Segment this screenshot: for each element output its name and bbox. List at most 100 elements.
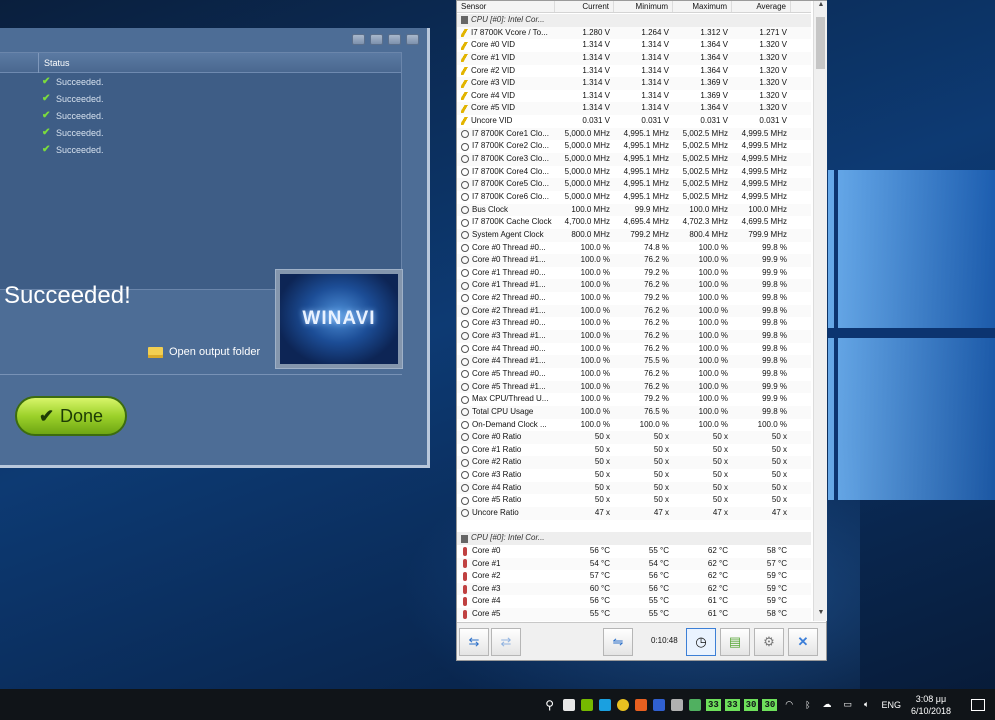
settings-gear-icon[interactable]: ⚙ xyxy=(754,628,784,656)
sensor-row[interactable]: Core #1 Ratio 50 x 50 x 50 x 50 x xyxy=(457,444,811,457)
network-tray-icon[interactable]: ☁ xyxy=(823,699,832,710)
scroll-down-icon[interactable]: ▼ xyxy=(814,609,828,621)
column-current[interactable]: Current xyxy=(555,1,614,12)
sensor-row[interactable]: Core #0 Ratio 50 x 50 x 50 x 50 x xyxy=(457,431,811,444)
language-indicator[interactable]: ENG xyxy=(881,700,901,710)
tray-app-icon-4[interactable] xyxy=(617,698,629,711)
sensor-row[interactable]: I7 8700K Core4 Clo... 5,000.0 MHz 4,995.1 … xyxy=(457,166,811,179)
sensor-row[interactable]: Core #1 Thread #0... 100.0 % 79.2 % 100.0 %… xyxy=(457,267,811,280)
open-output-folder-link[interactable]: Open output folder xyxy=(148,346,260,358)
log-file-icon[interactable]: ▤ xyxy=(720,628,750,656)
sensor-row[interactable]: Core #0 Thread #1... 100.0 % 76.2 % 100.0 %… xyxy=(457,254,811,267)
sensor-row[interactable]: I7 8700K Core6 Clo... 5,000.0 MHz 4,995.1 … xyxy=(457,191,811,204)
sensor-row[interactable]: Core #2 Ratio 50 x 50 x 50 x 50 x xyxy=(457,456,811,470)
sensor-row[interactable]: On-Demand Clock ... 100.0 % 100.0 % 100.0 %… xyxy=(457,419,811,432)
status-row[interactable]: ✔ Succeeded. xyxy=(42,90,104,107)
scroll-up-icon[interactable]: ▲ xyxy=(814,1,828,13)
sensor-row[interactable]: Core #5 Ratio 50 x 50 x 50 x 50 x xyxy=(457,494,811,507)
sensor-row[interactable] xyxy=(457,519,811,533)
sensor-row[interactable]: Bus Clock 100.0 MHz 99.9 MHz 100.0 MHz 100.0… xyxy=(457,203,811,217)
sensor-group-row[interactable]: CPU [#0]: Intel Cor... xyxy=(457,532,811,545)
tray-app-icon-6[interactable] xyxy=(653,698,665,711)
tray-app-icon-1[interactable] xyxy=(563,698,575,711)
tray-app-icon-5[interactable] xyxy=(635,698,647,711)
sensor-row[interactable]: Core #5 55 °C 55 °C 61 °C 58 °C xyxy=(457,608,811,621)
sensor-row[interactable]: Core #4 Ratio 50 x 50 x 50 x 50 x xyxy=(457,481,811,495)
column-maximum[interactable]: Maximum xyxy=(673,1,732,12)
sensor-row[interactable]: I7 8700K Core5 Clo... 5,000.0 MHz 4,995.1 … xyxy=(457,178,811,191)
sensor-row[interactable]: I7 8700K Core3 Clo... 5,000.0 MHz 4,995.1 … xyxy=(457,153,811,166)
status-column-header[interactable]: Status xyxy=(44,53,70,73)
sensor-row[interactable]: Core #1 Thread #1... 100.0 % 76.2 % 100.0 %… xyxy=(457,279,811,293)
sensor-row[interactable]: Core #5 Thread #1... 100.0 % 76.2 % 100.0 %… xyxy=(457,380,811,394)
sensor-row[interactable]: Core #3 Thread #0... 100.0 % 76.2 % 100.0 %… xyxy=(457,317,811,330)
sensor-row[interactable]: Core #5 VID 1.314 V 1.314 V 1.364 V 1.320 V xyxy=(457,102,811,116)
sensor-row[interactable]: Core #5 Thread #0... 100.0 % 76.2 % 100.0 %… xyxy=(457,368,811,381)
scrollbar-thumb[interactable] xyxy=(816,17,825,69)
sensor-row[interactable]: Core #1 VID 1.314 V 1.314 V 1.364 V 1.320 V xyxy=(457,51,811,65)
volume-icon[interactable]: 🔈︎ xyxy=(864,699,869,710)
sensor-row[interactable]: Core #4 56 °C 55 °C 61 °C 59 °C xyxy=(457,595,811,608)
sensor-row[interactable]: Core #2 Thread #1... 100.0 % 76.2 % 100.0 %… xyxy=(457,304,811,318)
sensor-row[interactable]: Core #1 54 °C 54 °C 62 °C 57 °C xyxy=(457,557,811,571)
expand-arrows-icon[interactable]: ⇆ xyxy=(459,628,489,656)
sensor-row[interactable]: Uncore VID 0.031 V 0.031 V 0.031 V 0.031 V xyxy=(457,115,811,128)
bluetooth-icon[interactable]: ᛒ xyxy=(805,700,810,710)
column-sensor[interactable]: Sensor xyxy=(457,1,555,12)
battery-icon[interactable]: ▭ xyxy=(844,699,853,710)
network-icon[interactable]: ⇋ xyxy=(603,628,633,656)
sensor-row[interactable]: Core #3 VID 1.314 V 1.314 V 1.369 V 1.320 V xyxy=(457,77,811,90)
sensor-row[interactable]: I7 8700K Vcore / To... 1.280 V 1.264 V 1.31… xyxy=(457,26,811,40)
minimize-icon[interactable] xyxy=(388,34,401,45)
sensor-row[interactable]: Core #2 VID 1.314 V 1.314 V 1.364 V 1.320 V xyxy=(457,65,811,78)
tray-temp-2[interactable]: 33 xyxy=(724,698,740,711)
sensor-min-cell: 50 x xyxy=(653,432,669,442)
status-row[interactable]: ✔ Succeeded. xyxy=(42,107,104,124)
people-icon[interactable]: ⚲ xyxy=(545,698,554,712)
sensor-group-row[interactable]: CPU [#0]: Intel Cor... xyxy=(457,14,811,27)
tray-app-icon-3[interactable] xyxy=(599,698,611,711)
tray-app-icon-8[interactable] xyxy=(689,698,701,711)
sensor-row[interactable]: Core #3 Ratio 50 x 50 x 50 x 50 x xyxy=(457,469,811,482)
tray-temp-3[interactable]: 30 xyxy=(743,698,759,711)
nvidia-icon[interactable] xyxy=(581,698,593,711)
sensor-row[interactable]: Core #4 Thread #1... 100.0 % 75.5 % 100.0 %… xyxy=(457,355,811,368)
sensor-row[interactable]: I7 8700K Core2 Clo... 5,000.0 MHz 4,995.1 … xyxy=(457,140,811,153)
vertical-scrollbar[interactable]: ▲ ▼ xyxy=(813,1,827,621)
column-average[interactable]: Average xyxy=(732,1,791,12)
sensor-row[interactable]: I7 8700K Cache Clock 4,700.0 MHz 4,695.4 M… xyxy=(457,216,811,229)
status-row[interactable]: ✔ Succeeded. xyxy=(42,141,104,158)
sensor-row[interactable]: Core #3 Thread #1... 100.0 % 76.2 % 100.0 %… xyxy=(457,330,811,343)
collapse-arrows-icon[interactable]: ⇄ xyxy=(491,628,521,656)
sensor-row[interactable]: Core #2 Thread #0... 100.0 % 79.2 % 100.0 %… xyxy=(457,292,811,305)
status-row[interactable]: ✔ Succeeded. xyxy=(42,124,104,141)
tray-temp-4[interactable]: 30 xyxy=(762,698,778,711)
tray-app-icon-7[interactable] xyxy=(671,698,683,711)
done-button[interactable]: ✔ Done xyxy=(15,396,127,436)
close-x-icon[interactable]: ✕ xyxy=(788,628,818,656)
tray-temp-1[interactable]: 33 xyxy=(706,698,721,711)
status-row[interactable]: ✔ Succeeded. xyxy=(42,73,104,90)
sensor-max-cell: 1.364 V xyxy=(700,65,728,75)
sensor-row[interactable]: Core #4 VID 1.314 V 1.314 V 1.369 V 1.320 V xyxy=(457,90,811,103)
sensor-row[interactable]: Core #4 Thread #0... 100.0 % 76.2 % 100.0 %… xyxy=(457,343,811,356)
sensor-row[interactable]: I7 8700K Core1 Clo... 5,000.0 MHz 4,995.1 … xyxy=(457,127,811,141)
column-minimum[interactable]: Minimum xyxy=(614,1,673,12)
close-icon[interactable] xyxy=(406,34,419,45)
clock-reset-icon[interactable]: ◷ xyxy=(686,628,716,656)
wifi-icon[interactable]: ◠ xyxy=(785,699,793,710)
sensor-row[interactable]: Uncore Ratio 47 x 47 x 47 x 47 x xyxy=(457,506,811,520)
taskbar-clock[interactable]: 3:08 μμ 6/10/2018 xyxy=(911,693,951,717)
skin-icon[interactable] xyxy=(370,34,383,45)
sensor-row[interactable]: Core #0 56 °C 55 °C 62 °C 58 °C xyxy=(457,545,811,558)
sensor-row[interactable]: Max CPU/Thread U... 100.0 % 79.2 % 100.0 % 9… xyxy=(457,393,811,406)
thermometer-icon xyxy=(463,559,467,569)
sensor-row[interactable]: Core #3 60 °C 56 °C 62 °C 59 °C xyxy=(457,582,811,596)
notification-center-icon[interactable] xyxy=(971,698,985,711)
sensor-row[interactable]: System Agent Clock 800.0 MHz 799.2 MHz 800.… xyxy=(457,228,811,242)
sensor-row[interactable]: Total CPU Usage 100.0 % 76.5 % 100.0 % 99.8 … xyxy=(457,405,811,419)
sensor-row[interactable]: Core #2 57 °C 56 °C 62 °C 59 °C xyxy=(457,570,811,583)
sensor-row[interactable]: Core #0 VID 1.314 V 1.314 V 1.364 V 1.320 V xyxy=(457,39,811,52)
sensor-row[interactable]: Core #0 Thread #0... 100.0 % 74.8 % 100.0 %… xyxy=(457,242,811,255)
help-icon[interactable] xyxy=(352,34,365,45)
